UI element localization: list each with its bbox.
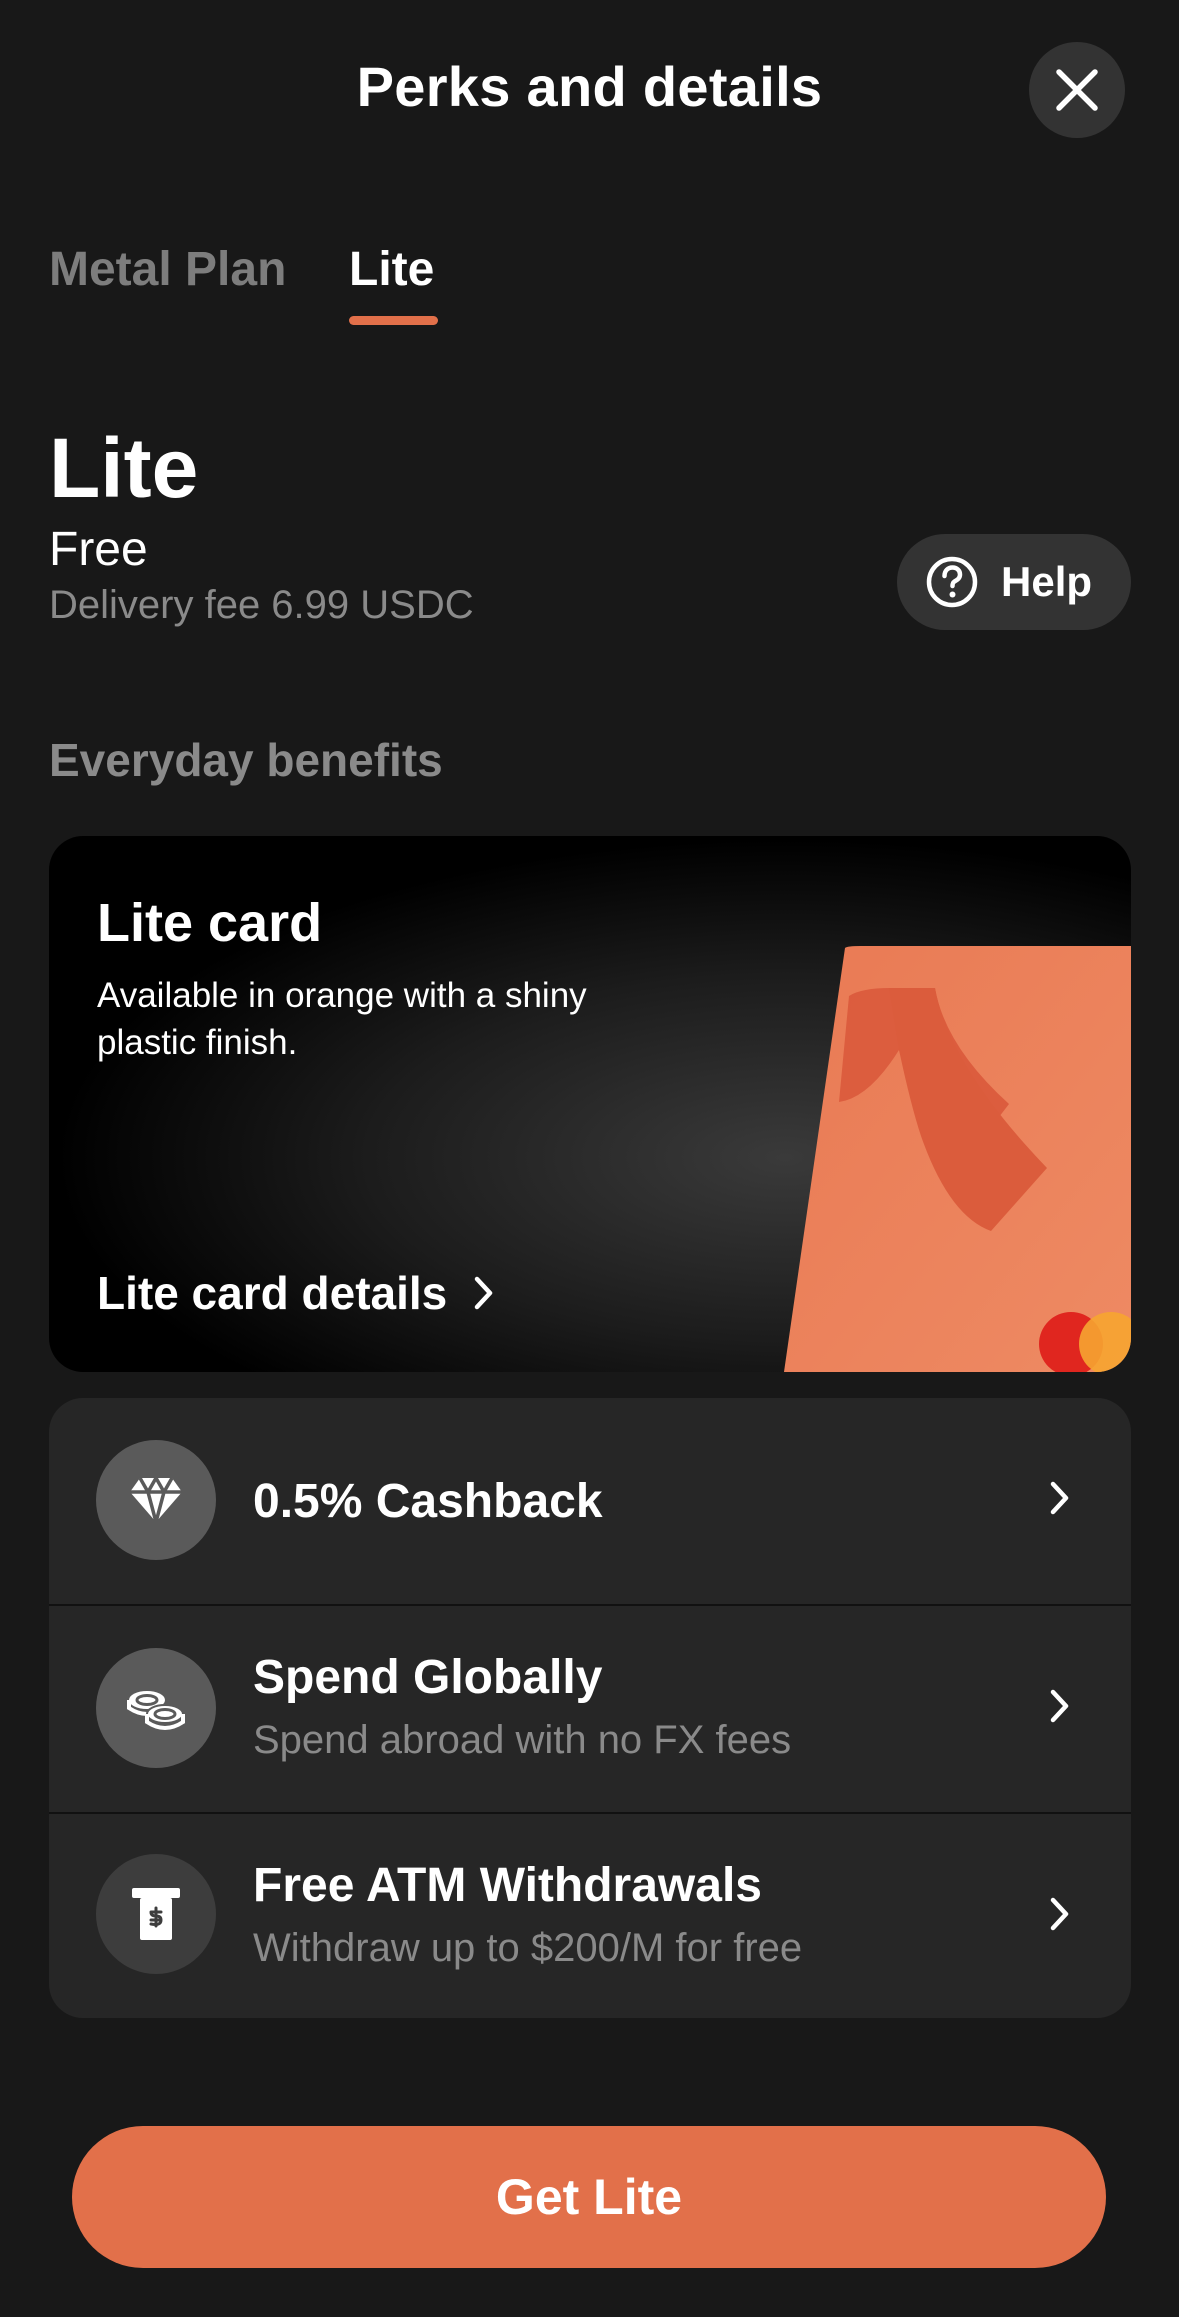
benefit-row-cashback[interactable]: 0.5% Cashback bbox=[49, 1398, 1131, 1604]
delivery-fee: Delivery fee 6.99 USDC bbox=[49, 583, 474, 627]
lite-card-title: Lite card bbox=[97, 893, 323, 953]
lite-card-details-link[interactable]: Lite card details bbox=[97, 1266, 495, 1320]
diamond-icon bbox=[96, 1440, 216, 1560]
tab-metal-plan[interactable]: Metal Plan bbox=[49, 242, 286, 297]
page-title: Perks and details bbox=[356, 55, 823, 118]
benefit-subtitle: Spend abroad with no FX fees bbox=[253, 1718, 792, 1762]
lite-card-details-label: Lite card details bbox=[97, 1267, 448, 1319]
chevron-right-icon bbox=[1050, 1897, 1069, 1931]
close-icon bbox=[1056, 69, 1098, 111]
lite-card-promo[interactable]: Lite card Available in orange with a shi… bbox=[49, 836, 1131, 1372]
chevron-right-icon bbox=[474, 1276, 493, 1310]
help-label: Help bbox=[1001, 558, 1093, 605]
lite-card-description: Available in orange with a shiny plastic… bbox=[97, 976, 587, 1062]
coins-icon bbox=[96, 1648, 216, 1768]
chevron-right-icon bbox=[1050, 1481, 1069, 1515]
get-lite-button[interactable]: Get Lite bbox=[72, 2126, 1106, 2268]
benefit-row-spend-globally[interactable]: Spend Globally Spend abroad with no FX f… bbox=[49, 1606, 1131, 1812]
help-button[interactable]: Help bbox=[897, 534, 1131, 630]
tab-lite[interactable]: Lite bbox=[349, 242, 434, 297]
benefits-list: 0.5% Cashback Spend Globally Spend abroa… bbox=[49, 1398, 1131, 2018]
atm-icon bbox=[96, 1854, 216, 1974]
close-button[interactable] bbox=[1029, 42, 1125, 138]
plan-name: Lite bbox=[49, 421, 199, 515]
benefit-title: Free ATM Withdrawals bbox=[253, 1859, 762, 1912]
benefit-subtitle: Withdraw up to $200/M for free bbox=[253, 1926, 803, 1970]
benefit-row-atm-withdrawals[interactable]: Free ATM Withdrawals Withdraw up to $200… bbox=[49, 1814, 1131, 2018]
benefit-title: 0.5% Cashback bbox=[253, 1475, 603, 1528]
benefit-title: Spend Globally bbox=[253, 1651, 603, 1704]
chevron-right-icon bbox=[1050, 1689, 1069, 1723]
plan-price: Free bbox=[49, 523, 148, 576]
question-circle-icon bbox=[926, 556, 978, 608]
section-title: Everyday benefits bbox=[49, 734, 443, 786]
tab-selected-indicator bbox=[349, 316, 438, 325]
